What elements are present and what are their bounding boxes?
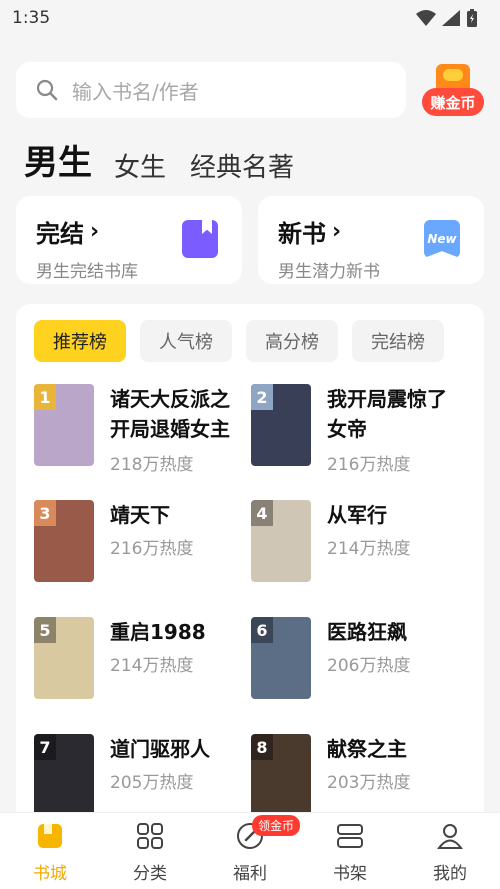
nav-welfare[interactable]: 领金币 福利 [200, 813, 301, 889]
tab-male[interactable]: 男生 [24, 135, 92, 184]
book-title: 献祭之主 [327, 737, 407, 761]
nav-label: 书架 [333, 864, 367, 884]
book-cover: 5 [34, 617, 94, 699]
tab-popular[interactable]: 人气榜 [140, 320, 232, 362]
search-icon [36, 79, 58, 101]
nav-label: 分类 [133, 864, 167, 884]
book-heat: 214万热度 [110, 656, 194, 676]
rank-number: 5 [34, 617, 56, 643]
category-grid-icon [137, 823, 163, 849]
book-cover: 7 [34, 734, 94, 816]
tab-classics[interactable]: 经典名著 [190, 147, 294, 184]
ranking-panel: 推荐榜 人气榜 高分榜 完结榜 1 诸天大反派之开局退婚女主 218万热度 2 … [16, 304, 484, 824]
completed-books-card[interactable]: 完结 › 男生完结书库 [16, 196, 242, 284]
status-bar: 1:35 [0, 0, 500, 36]
book-item[interactable]: 4 从军行 214万热度 [251, 500, 471, 590]
gender-tabs: 男生 女生 经典名著 [24, 136, 318, 184]
book-title: 从军行 [327, 503, 387, 527]
book-title: 我开局震惊了女帝 [327, 387, 447, 441]
book-heat: 206万热度 [327, 656, 411, 676]
bookshelf-icon [337, 824, 363, 848]
tab-recommended[interactable]: 推荐榜 [34, 320, 126, 362]
book-title: 重启1988 [110, 620, 206, 644]
rank-number: 3 [34, 500, 56, 526]
tab-high-score[interactable]: 高分榜 [246, 320, 338, 362]
completed-card-subtitle: 男生完结书库 [36, 262, 138, 282]
new-books-card[interactable]: 新书 › 男生潜力新书 New [258, 196, 484, 284]
book-city-icon [38, 824, 62, 848]
earn-coins-button[interactable]: 赚金币 [422, 64, 484, 118]
book-title: 诸天大反派之开局退婚女主 [110, 387, 230, 441]
signal-icon [442, 10, 460, 26]
profile-icon [437, 824, 463, 849]
nav-label: 我的 [433, 864, 467, 884]
book-cover: 8 [251, 734, 311, 816]
battery-icon [467, 9, 477, 27]
tab-female[interactable]: 女生 [114, 147, 166, 184]
book-item[interactable]: 5 重启1988 214万热度 [34, 617, 254, 707]
book-item[interactable]: 6 医路狂飙 206万热度 [251, 617, 471, 707]
book-cover: 1 [34, 384, 94, 466]
rank-tabs: 推荐榜 人气榜 高分榜 完结榜 [34, 320, 444, 362]
search-placeholder: 输入书名/作者 [72, 79, 199, 104]
new-badge-icon: New [424, 220, 460, 258]
new-card-subtitle: 男生潜力新书 [278, 262, 380, 282]
bottom-nav: 书城 分类 领金币 福利 书架 我的 [0, 812, 500, 889]
nav-category[interactable]: 分类 [100, 813, 200, 889]
search-input[interactable]: 输入书名/作者 [16, 62, 406, 118]
book-cover: 3 [34, 500, 94, 582]
book-item[interactable]: 3 靖天下 216万热度 [34, 500, 254, 590]
book-heat: 216万热度 [110, 539, 194, 559]
book-heat: 216万热度 [327, 455, 411, 475]
book-cover: 2 [251, 384, 311, 466]
rank-number: 1 [34, 384, 56, 410]
tab-completed[interactable]: 完结榜 [352, 320, 444, 362]
book-heat: 218万热度 [110, 455, 194, 475]
nav-book-city[interactable]: 书城 [0, 813, 100, 889]
status-icons [416, 9, 478, 27]
book-heat: 203万热度 [327, 773, 411, 793]
book-item[interactable]: 8 献祭之主 203万热度 [251, 734, 471, 824]
rank-number: 4 [251, 500, 273, 526]
book-item[interactable]: 7 道门驱邪人 205万热度 [34, 734, 254, 824]
rank-number: 2 [251, 384, 273, 410]
status-time: 1:35 [12, 8, 51, 28]
book-cover: 6 [251, 617, 311, 699]
book-title: 靖天下 [110, 503, 170, 527]
chevron-right-icon: › [90, 219, 100, 244]
rank-number: 8 [251, 734, 273, 760]
book-item[interactable]: 1 诸天大反派之开局退婚女主 218万热度 [34, 384, 254, 475]
book-title: 道门驱邪人 [110, 737, 210, 761]
book-cover: 4 [251, 500, 311, 582]
rank-number: 6 [251, 617, 273, 643]
book-title: 医路狂飙 [327, 620, 407, 644]
wifi-icon [416, 10, 436, 26]
nav-label: 福利 [233, 864, 267, 884]
earn-coins-label: 赚金币 [422, 88, 484, 116]
bookmark-book-icon [182, 220, 218, 258]
book-heat: 214万热度 [327, 539, 411, 559]
nav-bookshelf[interactable]: 书架 [300, 813, 400, 889]
rank-number: 7 [34, 734, 56, 760]
book-heat: 205万热度 [110, 773, 194, 793]
welfare-badge: 领金币 [252, 815, 301, 836]
book-item[interactable]: 2 我开局震惊了女帝 216万热度 [251, 384, 471, 475]
chevron-right-icon: › [332, 219, 342, 244]
nav-profile[interactable]: 我的 [400, 813, 500, 889]
search-row: 输入书名/作者 赚金币 [16, 62, 486, 118]
nav-label: 书城 [33, 864, 67, 884]
